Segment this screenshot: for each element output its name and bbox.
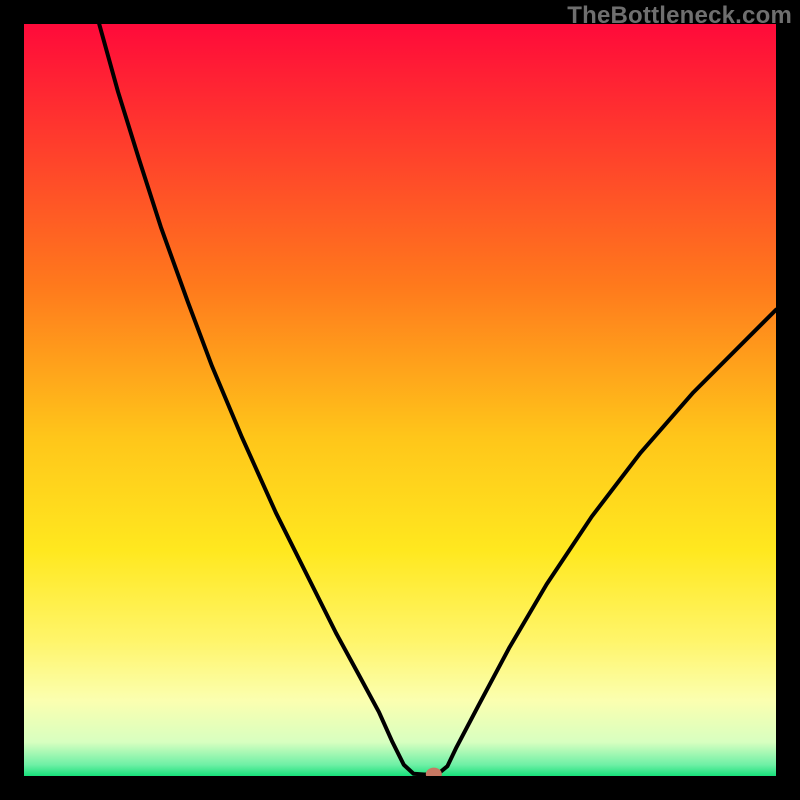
chart-frame: TheBottleneck.com: [0, 0, 800, 800]
chart-svg: [24, 24, 776, 776]
plot-area: [24, 24, 776, 776]
gradient-background: [24, 24, 776, 776]
